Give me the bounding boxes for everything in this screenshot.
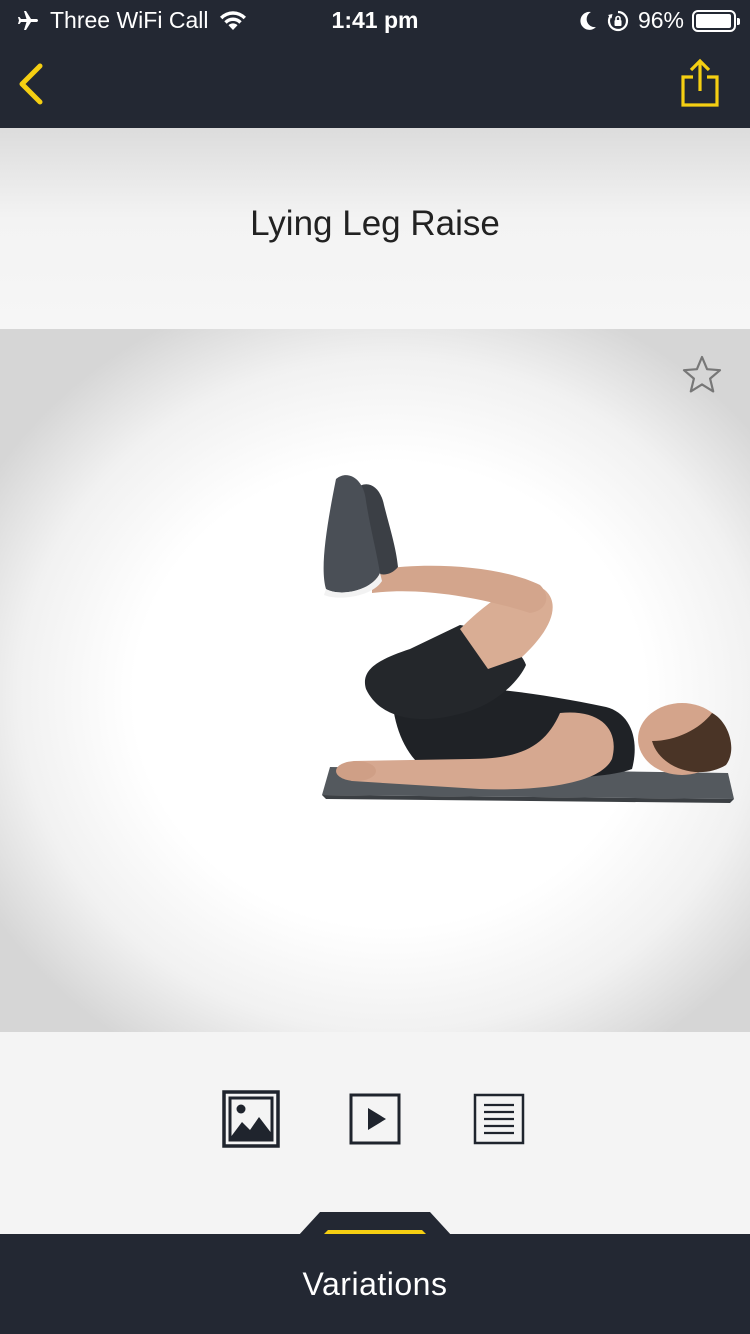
- exercise-demonstration-image: [0, 329, 750, 1032]
- variations-button[interactable]: Variations: [0, 1234, 750, 1334]
- media-tab-image[interactable]: [222, 1090, 280, 1148]
- rotation-lock-icon: [607, 10, 629, 31]
- title-band: Lying Leg Raise: [0, 128, 750, 329]
- battery-percent: 96%: [637, 7, 684, 33]
- media-tabs-band: [0, 1032, 750, 1234]
- media-tab-text[interactable]: [470, 1090, 528, 1148]
- status-right: 96%: [578, 7, 740, 34]
- play-icon: [349, 1093, 401, 1145]
- exercise-detail-screen: Three WiFi Call 1:41 pm 96% Lying Leg Ra…: [0, 0, 750, 1334]
- share-icon: [681, 58, 719, 107]
- top-bar: Three WiFi Call 1:41 pm 96%: [0, 0, 750, 128]
- media-tab-video[interactable]: [346, 1090, 404, 1148]
- battery-fill: [696, 13, 731, 28]
- exercise-figure: [322, 475, 734, 803]
- exercise-title: Lying Leg Raise: [250, 204, 500, 243]
- media-tabs: [0, 1090, 750, 1148]
- back-button[interactable]: [14, 58, 54, 110]
- shin: [372, 565, 547, 613]
- image-icon: [222, 1090, 280, 1148]
- text-lines-icon: [473, 1093, 525, 1145]
- star-outline-icon: [682, 355, 722, 393]
- battery-icon: [692, 9, 740, 32]
- variations-label: Variations: [302, 1265, 448, 1302]
- status-bar: Three WiFi Call 1:41 pm 96%: [0, 0, 750, 42]
- favorite-button[interactable]: [680, 353, 724, 397]
- chevron-left-icon: [19, 63, 43, 105]
- share-button[interactable]: [678, 58, 722, 108]
- variations-tab-handle[interactable]: [298, 1212, 452, 1236]
- moon-icon: [580, 11, 596, 30]
